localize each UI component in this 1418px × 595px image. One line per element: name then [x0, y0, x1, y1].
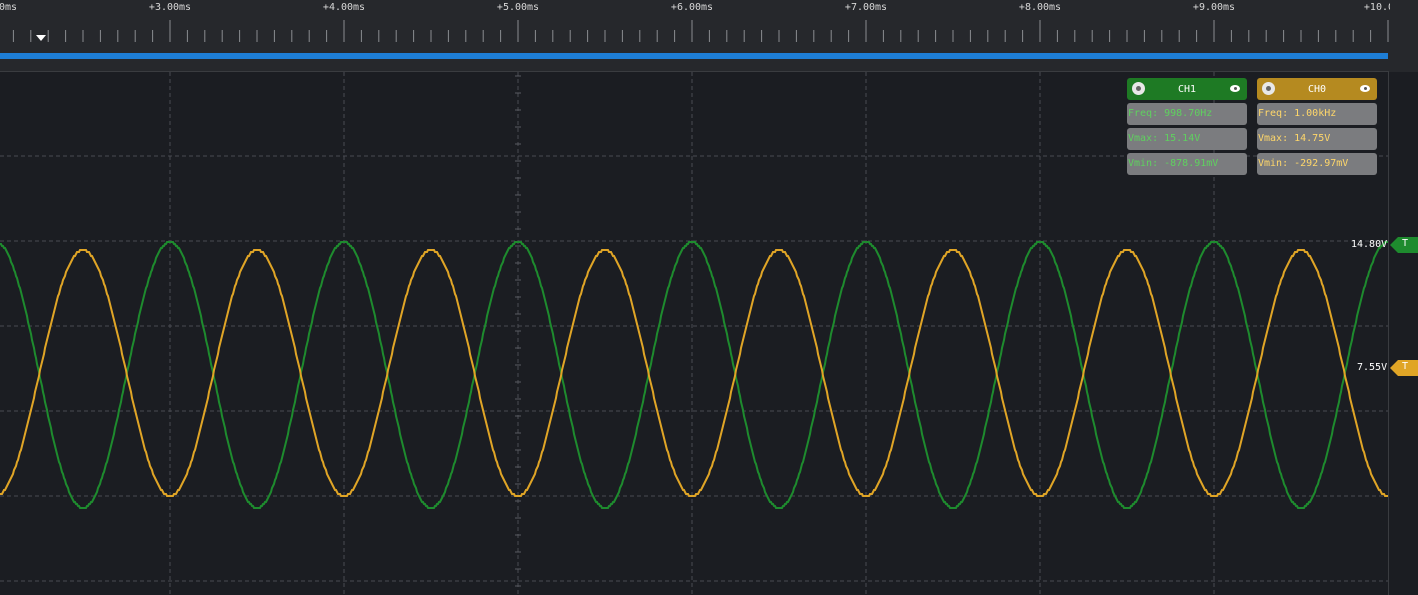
ch1-label: CH1	[1177, 83, 1197, 95]
ch0-trigger-marker-label: T	[1402, 361, 1409, 372]
ch1-vmin: Vmin: -878.91mV	[1127, 153, 1247, 175]
ch0-label: CH0	[1307, 83, 1327, 95]
ch0-trigger-level: 7.55V	[1357, 362, 1388, 373]
ch0-visibility-icon[interactable]	[1360, 85, 1370, 92]
ch1-trigger-level: 14.80V	[1351, 239, 1388, 250]
ch0-header[interactable]: CH0	[1257, 78, 1377, 100]
ch0-vmin: Vmin: -292.97mV	[1257, 153, 1377, 175]
ruler-corner	[1390, 0, 1418, 72]
ch0-trigger-marker[interactable]: T	[1390, 360, 1418, 376]
ch1-waveform	[0, 241, 1388, 509]
ch1-freq: Freq: 998.70Hz	[1127, 103, 1247, 125]
trigger-position-pointer[interactable]	[36, 35, 46, 41]
ch1-settings-icon[interactable]	[1132, 82, 1145, 95]
ch1-vmax: Vmax: 15.14V	[1127, 128, 1247, 150]
ch0-waveform	[0, 249, 1388, 497]
ch0-measure-panel: CH0 Freq: 1.00kHz Vmax: 14.75V Vmin: -29…	[1257, 78, 1377, 175]
time-ruler[interactable]: +2.00ms+3.00ms+4.00ms+5.00ms+6.00ms+7.00…	[0, 0, 1412, 52]
ch0-settings-icon[interactable]	[1262, 82, 1275, 95]
ruler-ticks	[12, 20, 1389, 42]
ch1-visibility-icon[interactable]	[1230, 85, 1240, 92]
ch1-header[interactable]: CH1	[1127, 78, 1247, 100]
ch0-vmax: Vmax: 14.75V	[1257, 128, 1377, 150]
timebase-scrollbar[interactable]	[0, 53, 1388, 59]
ch1-measure-panel: CH1 Freq: 998.70Hz Vmax: 15.14V Vmin: -8…	[1127, 78, 1247, 175]
ch0-freq: Freq: 1.00kHz	[1257, 103, 1377, 125]
ch1-trigger-marker[interactable]: T	[1390, 237, 1418, 253]
plot-right-border	[1388, 72, 1389, 595]
ch1-trigger-marker-label: T	[1402, 238, 1409, 249]
